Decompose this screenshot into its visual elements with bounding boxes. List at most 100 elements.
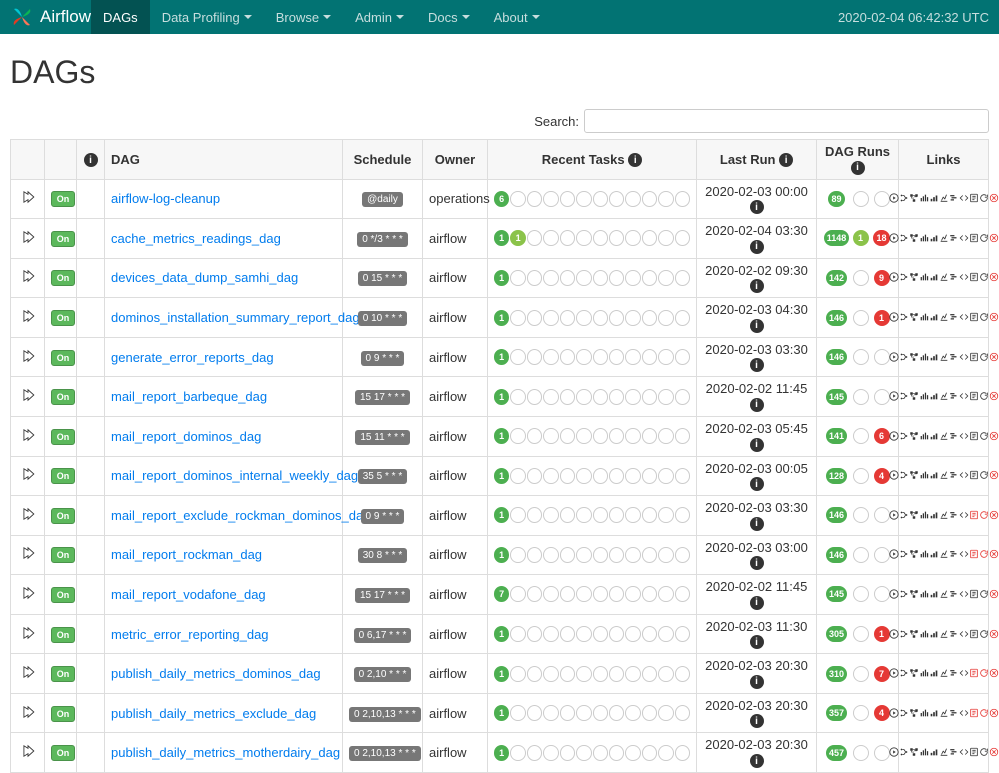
- schedule-badge[interactable]: 30 8 * * *: [358, 548, 407, 563]
- refresh-icon[interactable]: [979, 191, 989, 206]
- trigger-cell[interactable]: [11, 377, 45, 417]
- landing-times-icon[interactable]: [939, 270, 949, 285]
- dag-run-success[interactable]: 146: [826, 310, 847, 326]
- tree-view-icon[interactable]: [899, 587, 909, 602]
- dag-run-success[interactable]: 357: [826, 705, 847, 721]
- code-icon[interactable]: [959, 745, 969, 760]
- landing-times-icon[interactable]: [939, 191, 949, 206]
- nav-dags[interactable]: DAGs: [91, 0, 150, 34]
- landing-times-icon[interactable]: [939, 508, 949, 523]
- trigger-dag-icon[interactable]: [889, 191, 899, 206]
- dag-run-failed[interactable]: 9: [874, 270, 890, 286]
- trigger-cell[interactable]: [11, 219, 45, 259]
- info-icon[interactable]: i: [750, 635, 764, 649]
- dag-link[interactable]: metric_error_reporting_dag: [111, 627, 269, 642]
- task-tries-icon[interactable]: [929, 231, 939, 246]
- refresh-icon[interactable]: [979, 547, 989, 562]
- refresh-icon[interactable]: [979, 508, 989, 523]
- task-status-circle[interactable]: 1: [494, 626, 509, 642]
- dag-run-success[interactable]: 310: [826, 666, 847, 682]
- logs-icon[interactable]: [969, 191, 979, 206]
- refresh-icon[interactable]: [979, 429, 989, 444]
- dag-run-running[interactable]: 1: [853, 230, 869, 246]
- delete-dag-icon[interactable]: [989, 429, 999, 444]
- dag-link[interactable]: mail_report_dominos_dag: [111, 429, 261, 444]
- dag-on-toggle[interactable]: On: [51, 587, 75, 603]
- info-icon[interactable]: i: [750, 200, 764, 214]
- dag-run-failed[interactable]: 1: [874, 310, 890, 326]
- delete-dag-icon[interactable]: [989, 666, 999, 681]
- dag-link[interactable]: mail_report_exclude_rockman_dominos_dag: [111, 508, 370, 523]
- info-icon[interactable]: i: [750, 319, 764, 333]
- logs-icon[interactable]: [969, 270, 979, 285]
- info-icon[interactable]: i: [750, 240, 764, 254]
- logs-icon[interactable]: [969, 706, 979, 721]
- landing-times-icon[interactable]: [939, 745, 949, 760]
- tree-view-icon[interactable]: [899, 270, 909, 285]
- last-run-timestamp[interactable]: 2020-02-02 09:30: [705, 263, 808, 278]
- trigger-dag-icon[interactable]: [889, 350, 899, 365]
- schedule-badge[interactable]: 15 17 * * *: [355, 588, 410, 603]
- nav-browse[interactable]: Browse: [264, 0, 343, 34]
- landing-times-icon[interactable]: [939, 627, 949, 642]
- gantt-icon[interactable]: [949, 587, 959, 602]
- schedule-badge[interactable]: 0 10 * * *: [358, 311, 407, 326]
- logs-icon[interactable]: [969, 468, 979, 483]
- task-duration-icon[interactable]: [919, 508, 929, 523]
- trigger-cell[interactable]: [11, 179, 45, 219]
- task-duration-icon[interactable]: [919, 429, 929, 444]
- trigger-cell[interactable]: [11, 693, 45, 733]
- trigger-cell[interactable]: [11, 733, 45, 773]
- gantt-icon[interactable]: [949, 508, 959, 523]
- code-icon[interactable]: [959, 627, 969, 642]
- info-icon[interactable]: i: [750, 279, 764, 293]
- task-status-circle[interactable]: 1: [510, 230, 525, 246]
- trigger-cell[interactable]: [11, 654, 45, 694]
- dag-link[interactable]: publish_daily_metrics_dominos_dag: [111, 666, 321, 681]
- gantt-icon[interactable]: [949, 350, 959, 365]
- graph-view-icon[interactable]: [909, 389, 919, 404]
- schedule-badge[interactable]: 35 5 * * *: [358, 469, 407, 484]
- dag-run-failed[interactable]: 18: [873, 230, 889, 246]
- gantt-icon[interactable]: [949, 231, 959, 246]
- gantt-icon[interactable]: [949, 627, 959, 642]
- dag-link[interactable]: dominos_installation_summary_report_dag: [111, 310, 360, 325]
- task-tries-icon[interactable]: [929, 429, 939, 444]
- task-duration-icon[interactable]: [919, 389, 929, 404]
- trigger-dag-icon[interactable]: [889, 231, 899, 246]
- graph-view-icon[interactable]: [909, 547, 919, 562]
- task-duration-icon[interactable]: [919, 231, 929, 246]
- last-run-timestamp[interactable]: 2020-02-03 03:00: [705, 540, 808, 555]
- gantt-icon[interactable]: [949, 468, 959, 483]
- code-icon[interactable]: [959, 389, 969, 404]
- info-icon[interactable]: i: [750, 438, 764, 452]
- info-icon[interactable]: i: [750, 358, 764, 372]
- delete-dag-icon[interactable]: [989, 706, 999, 721]
- info-icon[interactable]: i: [750, 675, 764, 689]
- code-icon[interactable]: [959, 270, 969, 285]
- task-duration-icon[interactable]: [919, 191, 929, 206]
- dag-on-toggle[interactable]: On: [51, 745, 75, 761]
- graph-view-icon[interactable]: [909, 745, 919, 760]
- trigger-dag-icon[interactable]: [889, 745, 899, 760]
- info-icon[interactable]: i: [750, 596, 764, 610]
- schedule-badge[interactable]: 0 2,10,13 * * *: [349, 746, 421, 761]
- graph-view-icon[interactable]: [909, 706, 919, 721]
- dag-on-toggle[interactable]: On: [51, 666, 75, 682]
- dag-run-failed[interactable]: 1: [874, 626, 890, 642]
- logs-icon[interactable]: [969, 587, 979, 602]
- gantt-icon[interactable]: [949, 547, 959, 562]
- trigger-dag-icon[interactable]: [889, 666, 899, 681]
- delete-dag-icon[interactable]: [989, 231, 999, 246]
- tree-view-icon[interactable]: [899, 547, 909, 562]
- code-icon[interactable]: [959, 547, 969, 562]
- tree-view-icon[interactable]: [899, 468, 909, 483]
- code-icon[interactable]: [959, 350, 969, 365]
- graph-view-icon[interactable]: [909, 429, 919, 444]
- task-tries-icon[interactable]: [929, 706, 939, 721]
- dag-on-toggle[interactable]: On: [51, 706, 75, 722]
- th-dag[interactable]: DAG: [105, 140, 343, 180]
- logs-icon[interactable]: [969, 547, 979, 562]
- task-duration-icon[interactable]: [919, 666, 929, 681]
- graph-view-icon[interactable]: [909, 508, 919, 523]
